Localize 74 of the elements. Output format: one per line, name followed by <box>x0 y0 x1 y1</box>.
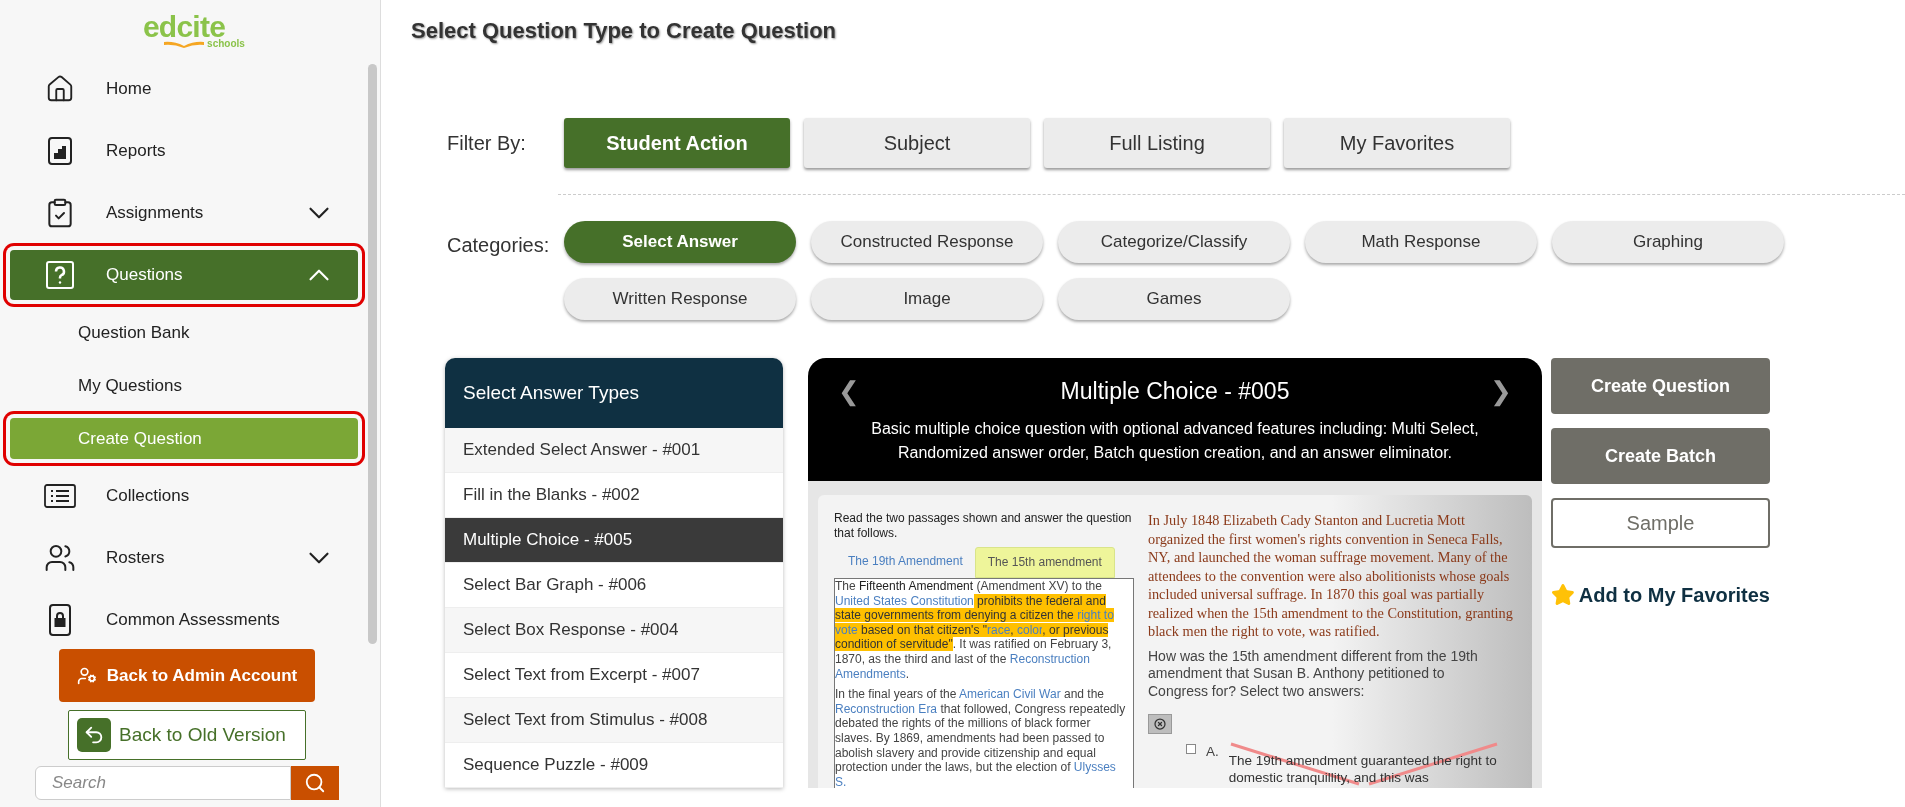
preview-description: Basic multiple choice question with optional advanced features including: Multi Select, Randomized answer order, Batch question creation, and an answer eliminator. <box>870 419 1480 463</box>
users-icon <box>44 542 76 574</box>
book-icon <box>163 40 206 48</box>
question-type-item[interactable]: Extended Select Answer - #001 <box>445 428 783 473</box>
sidebar-subitem[interactable]: Question Bank <box>10 312 358 353</box>
sample-button[interactable]: Sample <box>1551 498 1770 548</box>
sidebar-item[interactable]: Questions <box>10 250 358 300</box>
filter-tab[interactable]: Student Action <box>564 118 790 168</box>
sidebar-item[interactable]: Home <box>10 64 358 114</box>
search-button[interactable] <box>291 766 339 800</box>
close-icon <box>1154 718 1166 730</box>
passage-paragraph: The Fifteenth Amendment (Amendment XV) to the United States Constitution prohibits the federal and state governments from denying a citizen the right to vote based on that citizen's "race, color, or previous condition of servitude". It was ratified on February 3, 1870, as the third and last of the Reconstruction Amendments. <box>835 579 1115 682</box>
help-icon <box>45 260 75 290</box>
sidebar-label: Reports <box>106 140 167 163</box>
filter-tab[interactable]: Full Listing <box>1044 118 1270 168</box>
sidebar-label: Home <box>106 78 153 101</box>
sidebar-label: Assignments <box>106 202 205 225</box>
category-pill[interactable]: Written Response <box>564 278 796 320</box>
category-pill[interactable]: Constructed Response <box>811 221 1043 263</box>
sidebar-label: Rosters <box>106 547 166 570</box>
category-pill[interactable]: Graphing <box>1552 221 1784 263</box>
preview-title: Multiple Choice - #005 <box>1060 377 1290 407</box>
question-type-item[interactable]: Select Text from Excerpt - #007 <box>445 653 783 698</box>
search-field[interactable]: Search <box>35 766 291 800</box>
category-pill[interactable]: Select Answer <box>564 221 796 263</box>
create-batch-button[interactable]: Create Batch <box>1551 428 1770 484</box>
passage-paragraph: In the final years of the American Civil War and the Reconstruction Era that followed, Congress repeatedly debated the rights of the millions of black former slaves. By 1869, amendments had been passed to abolish slavery and provide citizenship and equal protection under the laws, but the election of Ulysses S. <box>835 687 1127 788</box>
question-type-item[interactable]: Sequence Puzzle - #009 <box>445 743 783 788</box>
logo-tagline: schools <box>207 39 245 49</box>
sidebar-subitem[interactable]: My Questions <box>10 365 358 406</box>
undo-icon <box>77 718 111 752</box>
answer-checkbox[interactable] <box>1186 744 1196 754</box>
story-passage: In July 1848 Elizabeth Cady Stanton and Lucretia Mott organized the first women's rights convention in Seneca Falls, NY, and launched the woman suffrage movement. Many of the attendees to the convention were also abolitionists whose goals included universal suffrage. In 1870 this goal was partially realized when the 15th amendment to the Constitution, granting black men the right to vote, was ratified. <box>1148 511 1514 641</box>
filter-tab[interactable]: My Favorites <box>1284 118 1510 168</box>
page-title: Select Question Type to Create Question <box>411 17 837 45</box>
passage-tab[interactable]: The 15th amendment <box>974 547 1115 578</box>
passage-tab[interactable]: The 19th Amendment <box>836 547 975 578</box>
categories-label: Categories: <box>447 233 551 258</box>
answer-letter: A. <box>1206 743 1219 761</box>
sidebar-item[interactable]: Collections <box>10 471 358 521</box>
sidebar-label: Collections <box>106 485 191 508</box>
lock-icon <box>49 604 71 636</box>
search-icon <box>304 772 326 794</box>
back-to-old-version-button[interactable]: Back to Old Version <box>68 710 306 760</box>
question-type-item[interactable]: Select Bar Graph - #006 <box>445 563 783 608</box>
category-pill[interactable]: Math Response <box>1305 221 1537 263</box>
question-type-item[interactable]: Multiple Choice - #005 <box>445 518 783 563</box>
question-type-item[interactable]: Select Box Response - #004 <box>445 608 783 653</box>
back-to-admin-button[interactable]: Back to Admin Account <box>59 649 315 702</box>
question-text: How was the 15th amendment different from the 19th amendment that Susan B. Anthony petitioned to Congress for? Select two answers: <box>1148 647 1479 700</box>
category-pill[interactable]: Categorize/Classify <box>1058 221 1290 263</box>
sidebar-item[interactable]: Rosters <box>10 533 358 583</box>
sidebar-label: Common Assessments <box>106 609 281 632</box>
filter-tab[interactable]: Subject <box>804 118 1030 168</box>
sidebar-item[interactable]: Assignments <box>10 188 358 238</box>
filter-label: Filter By: <box>447 131 527 156</box>
category-pill[interactable]: Image <box>811 278 1043 320</box>
eliminator-button[interactable] <box>1148 714 1172 734</box>
types-header: Select Answer Types <box>445 358 783 428</box>
add-to-favorites-button[interactable]: Add to My Favorites <box>1551 578 1770 612</box>
report-icon <box>47 136 73 166</box>
home-icon <box>45 74 75 104</box>
category-pill[interactable]: Games <box>1058 278 1290 320</box>
answer-text: The 19th amendment guaranteed the right to domestic tranquillity, and this was <box>1228 752 1498 786</box>
sample-instructions: Read the two passages shown and answer the question that follows. <box>834 511 1133 541</box>
sidebar-item[interactable]: Reports <box>10 126 358 176</box>
question-type-item[interactable]: Select Text from Stimulus - #008 <box>445 698 783 743</box>
sidebar-item[interactable]: Common Assessments <box>10 595 358 645</box>
create-question-button[interactable]: Create Question <box>1551 358 1770 414</box>
sidebar-label: Questions <box>106 264 184 287</box>
scrollbar[interactable] <box>368 64 377 644</box>
question-type-item[interactable]: Fill in the Blanks - #002 <box>445 473 783 518</box>
list-icon <box>44 484 76 508</box>
user-gear-icon <box>76 665 97 686</box>
